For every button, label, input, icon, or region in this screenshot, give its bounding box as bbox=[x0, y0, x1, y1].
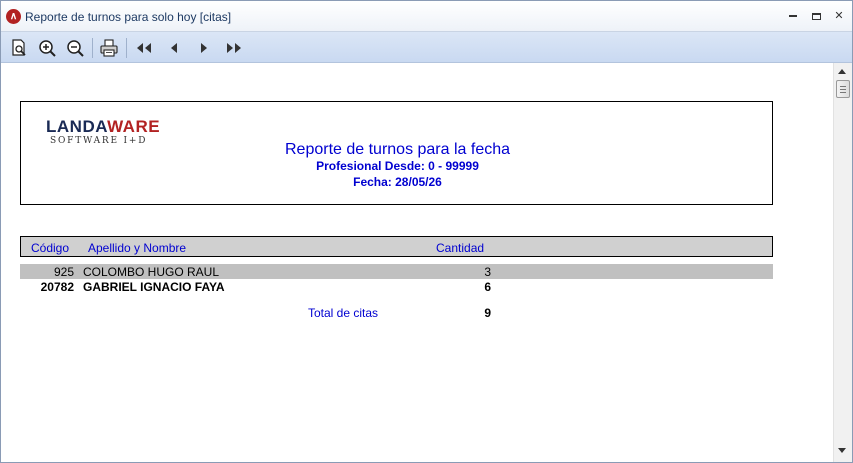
cell-code: 925 bbox=[53, 265, 74, 279]
last-page-button[interactable] bbox=[224, 38, 244, 58]
report-date: Fecha: 28/05/26 bbox=[353, 175, 442, 189]
total-label: Total de citas bbox=[308, 306, 379, 320]
column-header-name: Apellido y Nombre bbox=[88, 241, 187, 255]
cell-code: 20782 bbox=[40, 280, 74, 294]
column-header-quantity: Cantidad bbox=[436, 241, 485, 255]
cell-name: GABRIEL IGNACIO FAYA bbox=[83, 280, 225, 294]
cell-name: COLOMBO HUGO RAUL bbox=[83, 265, 220, 279]
scroll-down-arrow-icon[interactable] bbox=[838, 448, 846, 453]
grip-line bbox=[840, 89, 846, 90]
previous-page-button[interactable] bbox=[164, 38, 184, 58]
total-value: 9 bbox=[484, 306, 491, 320]
table-row: 925 COLOMBO HUGO RAUL 3 bbox=[20, 264, 773, 279]
first-page-button[interactable] bbox=[134, 38, 154, 58]
report-title: Reporte de turnos para la fecha bbox=[284, 141, 511, 158]
table-row: 20782 GABRIEL IGNACIO FAYA 6 bbox=[20, 279, 773, 294]
table-header: Código Apellido y Nombre Cantidad bbox=[20, 236, 773, 257]
cell-quantity: 3 bbox=[484, 265, 491, 279]
maximize-button[interactable] bbox=[806, 8, 826, 24]
close-button[interactable]: ✕ bbox=[829, 8, 849, 24]
zoom-out-button[interactable] bbox=[65, 38, 85, 58]
minimize-icon bbox=[789, 15, 797, 18]
toolbar bbox=[1, 32, 852, 63]
close-icon: ✕ bbox=[834, 10, 844, 22]
total-row: Total de citas 9 bbox=[20, 305, 773, 321]
print-button[interactable] bbox=[99, 38, 119, 58]
zoom-in-icon bbox=[39, 40, 56, 57]
logo-wordmark: LANDAWARE bbox=[46, 117, 161, 136]
window-title: Reporte de turnos para solo hoy [citas] bbox=[25, 10, 232, 24]
printer-icon bbox=[100, 39, 118, 57]
landaware-app-icon[interactable]: ∧ bbox=[6, 9, 21, 24]
left-arrow-icon bbox=[171, 43, 177, 53]
grip-line bbox=[840, 92, 846, 93]
zoom-out-icon bbox=[67, 40, 84, 57]
title-bar[interactable]: ∧ Reporte de turnos para solo hoy [citas… bbox=[1, 1, 852, 32]
right-arrow-icon bbox=[201, 43, 207, 53]
scrollbar-thumb[interactable] bbox=[836, 80, 850, 98]
grip-line bbox=[840, 86, 846, 87]
cell-quantity: 6 bbox=[484, 280, 491, 294]
page-zoom-icon bbox=[12, 39, 26, 56]
zoom-in-button[interactable] bbox=[37, 38, 57, 58]
next-page-button[interactable] bbox=[194, 38, 214, 58]
report-header: LANDAWARE SOFTWARE I+D Reporte de turnos… bbox=[20, 101, 773, 205]
toolbar-separator bbox=[126, 38, 127, 58]
maximize-icon bbox=[811, 12, 821, 20]
vertical-scrollbar[interactable] bbox=[833, 63, 852, 462]
report-page: LANDAWARE SOFTWARE I+D Reporte de turnos… bbox=[1, 63, 833, 462]
double-left-arrow-icon bbox=[137, 43, 151, 53]
scroll-up-arrow-icon[interactable] bbox=[838, 69, 846, 74]
double-right-arrow-icon bbox=[227, 43, 241, 53]
page-preview-button[interactable] bbox=[9, 38, 29, 58]
professional-range: Profesional Desde: 0 - 99999 bbox=[316, 159, 479, 173]
toolbar-separator bbox=[92, 38, 93, 58]
report-window: ∧ Reporte de turnos para solo hoy [citas… bbox=[0, 0, 853, 463]
column-header-code: Código bbox=[31, 241, 70, 255]
minimize-button[interactable] bbox=[783, 8, 803, 24]
